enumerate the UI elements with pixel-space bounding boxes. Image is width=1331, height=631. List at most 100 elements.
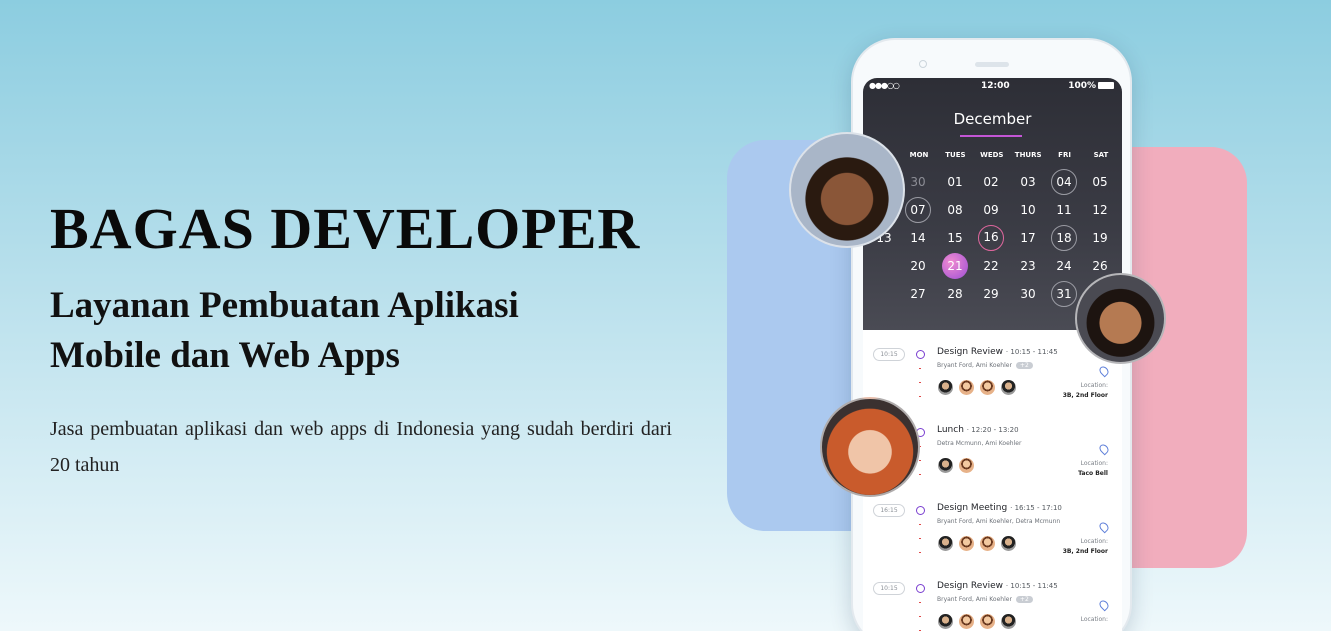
event-time-pill: 10:15 — [873, 582, 905, 595]
location-value: 3B, 2nd Floor — [1062, 548, 1108, 555]
calendar-day[interactable]: 01 — [942, 169, 968, 195]
calendar-day[interactable]: 18 — [1051, 225, 1077, 251]
timeline-dash — [919, 616, 921, 617]
calendar-day[interactable]: 20 — [905, 253, 931, 279]
location-label: Location: — [1080, 616, 1108, 623]
attendee-avatar[interactable] — [937, 457, 954, 474]
calendar-day[interactable]: 15 — [942, 225, 968, 251]
event-span: · 12:20 - 13:20 — [966, 426, 1019, 434]
calendar-day[interactable]: 07 — [905, 197, 931, 223]
calendar-day[interactable]: 09 — [978, 197, 1004, 223]
location-pin-icon[interactable] — [1097, 520, 1111, 534]
hero-title: BAGAS DEVELOPER — [50, 196, 641, 261]
calendar-day[interactable]: 31 — [1051, 281, 1077, 307]
calendar-day[interactable]: 28 — [942, 281, 968, 307]
timeline-dash — [919, 538, 921, 539]
location-pin-icon[interactable] — [1097, 442, 1111, 456]
attendee-avatar[interactable] — [1000, 535, 1017, 552]
calendar-day[interactable]: 12 — [1087, 197, 1113, 223]
event-title: Lunch — [937, 425, 964, 435]
attendee-avatar[interactable] — [958, 457, 975, 474]
event-span: · 16:15 - 17:10 — [1010, 504, 1062, 512]
calendar-day[interactable]: 21 — [942, 253, 968, 279]
calendar-day[interactable]: 19 — [1087, 225, 1113, 251]
attendee-avatar[interactable] — [1000, 379, 1017, 396]
event-title: Design Review — [937, 347, 1004, 357]
attendee-avatar[interactable] — [937, 535, 954, 552]
event-item[interactable]: 16:15 Design Meeting · 16:15 - 17:10 Bryan… — [863, 498, 1122, 574]
event-title-row: Lunch · 12:20 - 13:20 — [937, 425, 1019, 435]
weekday-label: WEDS — [980, 151, 1004, 159]
calendar-day[interactable]: 16 — [978, 225, 1004, 251]
weekday-label: THURS — [1014, 151, 1042, 159]
attendee-avatar[interactable] — [979, 379, 996, 396]
status-bar: ●●●○○ 12:00 100% — [863, 80, 1122, 94]
calendar-day[interactable]: 30 — [905, 169, 931, 195]
timeline-dot-icon — [916, 350, 925, 359]
timeline-dash — [919, 368, 921, 369]
calendar-day[interactable]: 17 — [1015, 225, 1041, 251]
calendar-day[interactable]: 04 — [1051, 169, 1077, 195]
timeline-dot-icon — [916, 506, 925, 515]
calendar-day[interactable]: 05 — [1087, 169, 1113, 195]
battery-indicator: 100% — [1068, 81, 1114, 91]
more-attendees-badge[interactable]: +2 — [1015, 596, 1033, 603]
avatar-woman-redhead — [820, 397, 920, 497]
calendar-day[interactable]: 14 — [905, 225, 931, 251]
attendee-avatars — [937, 379, 1017, 396]
calendar-day[interactable]: 02 — [978, 169, 1004, 195]
battery-icon — [1098, 82, 1114, 89]
status-time: 12:00 — [981, 81, 1010, 91]
event-span: · 10:15 - 11:45 — [1005, 582, 1058, 590]
calendar-day[interactable]: 27 — [905, 281, 931, 307]
calendar-day[interactable]: 10 — [1015, 197, 1041, 223]
avatar-woman-curly — [789, 132, 905, 248]
weekday-label: FRI — [1058, 151, 1071, 159]
calendar-day[interactable]: 23 — [1015, 253, 1041, 279]
timeline-dash — [919, 474, 921, 475]
attendee-avatars — [937, 613, 1017, 630]
event-attendees: Bryant Ford, Ami Koehler, Detra Mcmunn — [937, 518, 1060, 525]
event-item[interactable]: 10:15 Design Review · 10:15 - 11:45 Bryant… — [863, 342, 1122, 418]
attendee-avatars — [937, 457, 975, 474]
camera-icon — [919, 60, 927, 68]
weekday-label: TUES — [945, 151, 966, 159]
attendee-avatar[interactable] — [937, 379, 954, 396]
event-span-value: 12:20 - 13:20 — [971, 426, 1019, 434]
location-pin-icon[interactable] — [1097, 364, 1111, 378]
calendar-day[interactable]: 29 — [978, 281, 1004, 307]
attendee-avatar[interactable] — [958, 613, 975, 630]
event-title-row: Design Review · 10:15 - 11:45 — [937, 347, 1058, 357]
calendar-day[interactable]: 24 — [1051, 253, 1077, 279]
calendar-day[interactable]: 30 — [1015, 281, 1041, 307]
calendar-day[interactable]: 22 — [978, 253, 1004, 279]
event-span: · 10:15 - 11:45 — [1005, 348, 1058, 356]
attendee-avatar[interactable] — [979, 613, 996, 630]
phone-screen: ●●●○○ 12:00 100% December MON TUES WEDS … — [863, 78, 1122, 631]
event-title-row: Design Review · 10:15 - 11:45 — [937, 581, 1058, 591]
event-span-value: 16:15 - 17:10 — [1014, 504, 1062, 512]
attendee-avatar[interactable] — [958, 535, 975, 552]
more-attendees-badge[interactable]: +2 — [1015, 362, 1033, 369]
event-title-row: Design Meeting · 16:15 - 17:10 — [937, 503, 1062, 513]
attendee-avatar[interactable] — [958, 379, 975, 396]
attendee-avatar[interactable] — [1000, 613, 1017, 630]
hero-section: BAGAS DEVELOPER Layanan Pembuatan Aplika… — [50, 195, 675, 483]
event-time-pill: 10:15 — [873, 348, 905, 361]
calendar-day[interactable]: 03 — [1015, 169, 1041, 195]
location-pin-icon[interactable] — [1097, 598, 1111, 612]
calendar-day[interactable]: 08 — [942, 197, 968, 223]
attendee-avatar[interactable] — [979, 535, 996, 552]
timeline-dash — [919, 552, 921, 553]
event-attendees: Detra Mcmunn, Ami Koehler — [937, 440, 1021, 447]
calendar-day[interactable]: 11 — [1051, 197, 1077, 223]
weekday-header: MON TUES WEDS THURS FRI SAT — [905, 151, 1115, 159]
event-item[interactable]: 10:15 Design Review · 10:15 - 11:45 Bryant… — [863, 576, 1122, 631]
event-attendees: Bryant Ford, Ami Koehler +2 — [937, 362, 1033, 369]
event-span-value: 10:15 - 11:45 — [1010, 582, 1058, 590]
event-time-pill: 16:15 — [873, 504, 905, 517]
timeline-dash — [919, 396, 921, 397]
attendee-avatar[interactable] — [937, 613, 954, 630]
attendee-avatars — [937, 535, 1017, 552]
event-attendee-names: Detra Mcmunn, Ami Koehler — [937, 440, 1022, 447]
